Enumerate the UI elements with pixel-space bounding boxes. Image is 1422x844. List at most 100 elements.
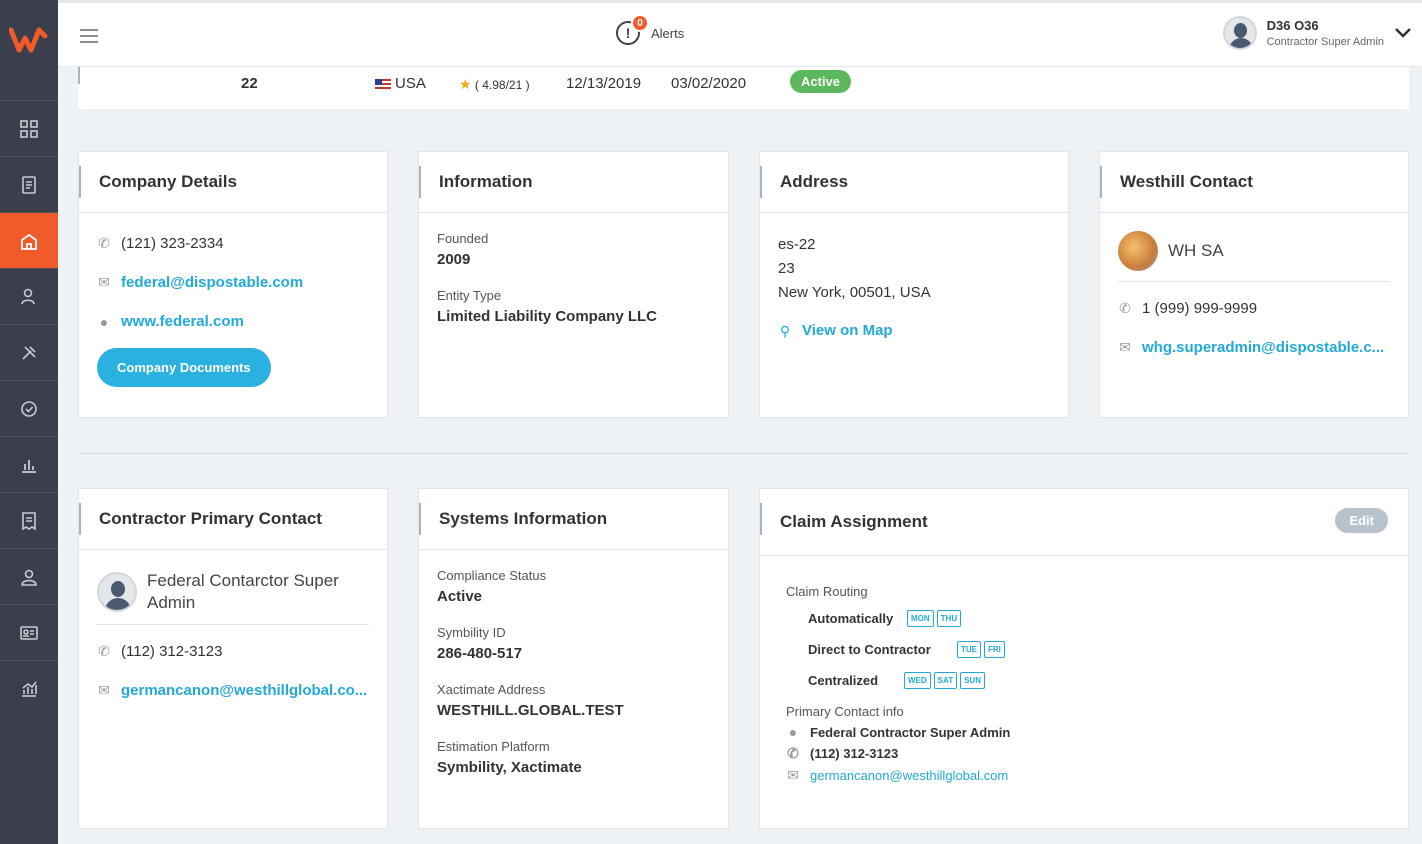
compliance-value: Active — [437, 588, 483, 605]
menu-toggle-icon[interactable] — [80, 29, 98, 47]
claim-contact-email-link[interactable]: germancanon@westhillglobal.com — [810, 768, 1008, 783]
route-direct: Direct to Contractor TUE FRI — [808, 638, 1382, 660]
company-email-link[interactable]: federal@dispostable.com — [121, 274, 303, 291]
nav-dashboard[interactable] — [0, 100, 58, 156]
summary-date-2: 03/02/2020 — [671, 75, 747, 92]
summary-rating: ★ ( 4.98/21 ) — [459, 76, 530, 92]
entity-type-label: Entity Type — [437, 288, 502, 303]
summary-date-1: 12/13/2019 — [566, 75, 642, 92]
company-documents-button[interactable]: Company Documents — [97, 348, 271, 387]
nav-tasks[interactable] — [0, 380, 58, 436]
company-summary-strip: 22 USA ★ ( 4.98/21 ) 12/13/2019 03/02/20… — [78, 67, 1409, 109]
company-email-row: ✉ federal@dispostable.com — [97, 274, 369, 291]
envelope-icon: ✉ — [98, 682, 110, 698]
user-menu[interactable]: D36 O36 Contractor Super Admin — [1222, 16, 1412, 50]
user-settings-icon — [21, 288, 35, 304]
westhill-logo-icon — [9, 27, 48, 53]
company-details-card: Company Details ✆ (121) 323-2334 ✉ federal… — [78, 151, 388, 418]
user-name: D36 O36 — [1266, 18, 1319, 33]
phone-icon: ✆ — [98, 235, 110, 251]
chevron-down-icon[interactable] — [1394, 27, 1412, 39]
building-icon — [21, 233, 37, 250]
company-phone-row: ✆ (121) 323-2334 — [97, 235, 369, 252]
nav-profile[interactable] — [0, 548, 58, 604]
nav-id-card[interactable] — [0, 604, 58, 660]
view-on-map-link[interactable]: View on Map — [802, 319, 893, 343]
xactimate-label: Xactimate Address — [437, 682, 546, 697]
day-badge: FRI — [984, 640, 1005, 658]
card-title: Claim Assignment — [780, 512, 928, 531]
view-on-map-row[interactable]: ⚲ View on Map — [778, 319, 1050, 343]
edit-button[interactable]: Edit — [1335, 508, 1388, 533]
globe-icon: ● — [99, 313, 109, 330]
section-divider — [78, 453, 1409, 454]
map-pin-icon: ⚲ — [779, 323, 791, 339]
systems-info-card: Systems Information Compliance Status Ac… — [418, 488, 729, 829]
nav-company[interactable] — [0, 212, 58, 268]
primary-contact-card: Contractor Primary Contact Federal Conta… — [78, 488, 388, 829]
star-icon: ★ — [459, 76, 472, 92]
dashboard-icon — [20, 119, 38, 138]
contact-avatar — [97, 572, 137, 612]
sidebar — [0, 0, 58, 844]
envelope-icon: ✉ — [787, 767, 799, 783]
primary-contact-info-label: Primary Contact info — [786, 704, 904, 719]
day-badge: MON — [907, 609, 934, 627]
alerts-count-badge: 0 — [631, 14, 649, 32]
symbility-value: 286-480-517 — [437, 645, 523, 662]
claim-assignment-card: Claim Assignment Edit Claim Routing Auto… — [759, 488, 1409, 829]
route-automatically: Automatically MON THU — [808, 607, 1382, 629]
primary-email-link[interactable]: germancanon@westhillglobal.co... — [121, 682, 367, 699]
address-line-2: 23 — [778, 260, 795, 277]
westhill-email-row: ✉ whg.superadmin@dispostable.c... — [1118, 339, 1390, 356]
nav-invoices[interactable] — [0, 492, 58, 548]
brand-logo[interactable] — [0, 0, 58, 100]
bar-chart-icon — [22, 459, 36, 473]
day-badge: SUN — [960, 671, 985, 689]
card-title: Address — [760, 152, 1068, 213]
top-bar: ! 0 Alerts D36 O36 Contractor Super Admi… — [58, 0, 1422, 67]
us-flag-icon — [375, 78, 391, 90]
status-badge: Active — [790, 70, 852, 93]
id-card-icon — [20, 625, 38, 640]
westhill-contact-name: WH SA — [1168, 241, 1224, 260]
card-title: Systems Information — [419, 489, 728, 550]
westhill-contact-card: Westhill Contact WH SA ✆ 1 (999) 999-9999… — [1099, 151, 1409, 418]
document-list-icon — [22, 175, 36, 194]
company-website-link[interactable]: www.federal.com — [121, 313, 244, 330]
receipt-icon — [22, 511, 36, 530]
westhill-email-link[interactable]: whg.superadmin@dispostable.c... — [1142, 339, 1384, 356]
nav-claims[interactable] — [0, 156, 58, 212]
nav-analytics[interactable] — [0, 660, 58, 716]
claim-contact-name-row: ● Federal Contractor Super Admin — [786, 724, 1382, 740]
information-card: Information Founded 2009 Entity Type Lim… — [418, 151, 729, 418]
founded-label: Founded — [437, 231, 489, 246]
check-circle-icon — [21, 400, 37, 417]
nav-users[interactable] — [0, 268, 58, 324]
nav-tools[interactable] — [0, 324, 58, 380]
primary-email-row: ✉ germancanon@westhillglobal.co... — [97, 682, 369, 699]
phone-icon: ✆ — [787, 745, 799, 761]
envelope-icon: ✉ — [1119, 339, 1131, 355]
address-card: Address es-22 23 New York, 00501, USA ⚲ V… — [759, 151, 1069, 418]
westhill-phone-row: ✆ 1 (999) 999-9999 — [1118, 300, 1390, 317]
card-title: Contractor Primary Contact — [79, 489, 387, 550]
phone-icon: ✆ — [1119, 300, 1131, 316]
nav-reports[interactable] — [0, 436, 58, 492]
primary-phone-row: ✆ (112) 312-3123 — [97, 643, 369, 660]
route-name: Centralized — [808, 672, 879, 688]
card-title: Information — [419, 152, 728, 213]
envelope-icon: ✉ — [98, 274, 110, 290]
person-icon: ● — [788, 724, 798, 740]
compliance-label: Compliance Status — [437, 568, 547, 583]
card-title: Company Details — [79, 152, 387, 213]
primary-contact-name: Federal Contarctor Super Admin — [147, 571, 339, 612]
address-line-1: es-22 — [778, 236, 816, 253]
summary-number[interactable]: 22 — [241, 75, 258, 92]
alerts-button[interactable]: ! 0 Alerts — [616, 14, 684, 45]
route-name: Automatically — [808, 610, 894, 626]
platform-value: Symbility, Xactimate — [437, 759, 582, 776]
contact-avatar — [1118, 231, 1158, 271]
symbility-label: Symbility ID — [437, 625, 506, 640]
claim-contact-email-row: ✉ germancanon@westhillglobal.com — [786, 767, 1382, 784]
